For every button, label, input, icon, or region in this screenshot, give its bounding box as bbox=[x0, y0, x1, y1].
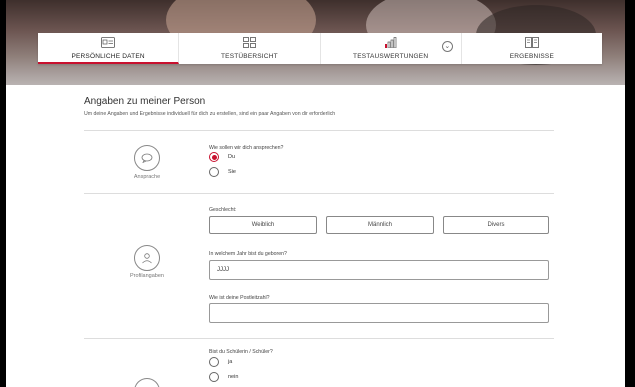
radio-sie[interactable]: Sie bbox=[209, 167, 236, 177]
radio-dot bbox=[209, 152, 219, 162]
grid-icon bbox=[179, 36, 319, 49]
birth-question: In welchem Jahr bist du geboren? bbox=[209, 251, 287, 257]
tab-persoenliche-daten[interactable]: PERSÖNLICHE DATEN bbox=[38, 33, 180, 64]
radio-ja[interactable]: ja bbox=[209, 357, 232, 367]
radio-dot bbox=[209, 372, 219, 382]
id-card-icon bbox=[38, 36, 178, 49]
gender-label: Geschlecht: bbox=[209, 207, 237, 213]
radio-label: ja bbox=[228, 359, 233, 365]
question-schueler: Bist du Schülerin / Schüler? bbox=[209, 349, 273, 355]
birth-year-input[interactable]: JJJJ bbox=[209, 260, 549, 280]
tab-label: TESTÜBERSICHT bbox=[220, 53, 278, 60]
section-label-profilangaben: Profilangaben bbox=[130, 273, 164, 279]
radio-label: Du bbox=[228, 154, 236, 160]
divider bbox=[84, 338, 554, 339]
tab-testuebersicht[interactable]: TESTÜBERSICHT bbox=[179, 33, 321, 64]
person-icon bbox=[134, 245, 160, 271]
gender-divers-button[interactable]: Divers bbox=[443, 216, 549, 234]
tab-label: PERSÖNLICHE DATEN bbox=[71, 53, 145, 60]
page-header: Angaben zu meiner Person Um deine Angabe… bbox=[84, 96, 556, 117]
tab-label: ERGEBNISSE bbox=[509, 53, 554, 60]
question-ansprache: Wie sollen wir dich ansprechen? bbox=[209, 145, 284, 151]
page-subtitle: Um deine Angaben und Ergebnisse individu… bbox=[84, 111, 336, 117]
tab-label: TESTAUSWERTUNGEN bbox=[353, 53, 429, 60]
school-icon bbox=[134, 378, 160, 387]
page-title: Angaben zu meiner Person bbox=[84, 96, 206, 107]
radio-dot bbox=[209, 357, 219, 367]
zip-input[interactable] bbox=[209, 303, 549, 323]
chevron-down-icon[interactable]: ⌄ bbox=[441, 41, 453, 52]
radio-du[interactable]: Du bbox=[209, 152, 235, 162]
gender-maennlich-button[interactable]: Männlich bbox=[326, 216, 434, 234]
speech-bubble-icon bbox=[134, 145, 160, 171]
bar-chart-icon bbox=[321, 36, 461, 49]
divider bbox=[84, 130, 554, 131]
tab-testauswertungen[interactable]: TESTAUSWERTUNGEN ⌄ bbox=[321, 33, 462, 64]
radio-label: Sie bbox=[228, 169, 236, 175]
radio-nein[interactable]: nein bbox=[209, 372, 238, 382]
zip-question: Wie ist deine Postleitzahl? bbox=[209, 295, 270, 301]
section-label-ansprache: Ansprache bbox=[133, 174, 161, 180]
radio-label: nein bbox=[228, 374, 239, 380]
book-icon bbox=[462, 36, 602, 49]
progress-nav: PERSÖNLICHE DATEN TESTÜBERSICHT TESTAUSW… bbox=[38, 33, 602, 64]
gender-weiblich-button[interactable]: Weiblich bbox=[209, 216, 317, 234]
tab-ergebnisse[interactable]: ERGEBNISSE bbox=[462, 33, 602, 64]
divider bbox=[84, 193, 554, 194]
radio-dot bbox=[209, 167, 219, 177]
app-frame: PERSÖNLICHE DATEN TESTÜBERSICHT TESTAUSW… bbox=[6, 0, 625, 387]
